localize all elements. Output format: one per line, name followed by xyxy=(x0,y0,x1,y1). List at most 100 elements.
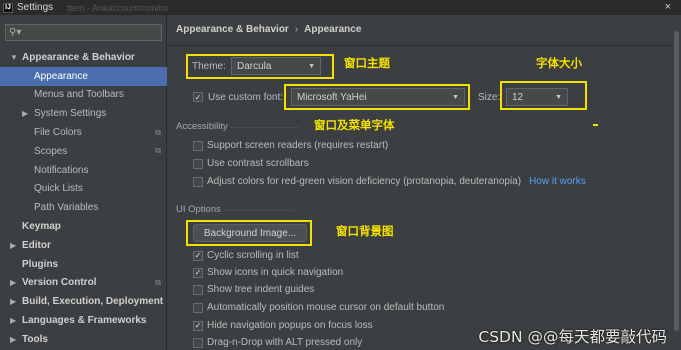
sidebar-item-quick-lists[interactable]: Quick Lists xyxy=(0,180,167,199)
option-label: Cyclic scrolling in list xyxy=(207,250,299,261)
option-label: Show tree indent guides xyxy=(207,284,315,295)
section-accessibility: Accessibility xyxy=(176,121,228,132)
section-divider xyxy=(230,127,300,128)
csdn-watermark: CSDN @@每天都要敲代码 xyxy=(478,328,667,346)
sidebar-item-scopes[interactable]: Scopes ⧉ xyxy=(0,142,167,161)
search-icon: ⚲▾ xyxy=(9,27,22,38)
project-scope-icon: ⧉ xyxy=(155,277,161,287)
option-show-icons[interactable]: ✓ Show icons in quick navigation xyxy=(193,267,343,278)
collapse-arrow-icon[interactable]: ▶ xyxy=(10,278,16,287)
option-tree-indent[interactable]: Show tree indent guides xyxy=(193,284,314,295)
option-hide-popups[interactable]: ✓ Hide navigation popups on focus loss xyxy=(193,320,373,331)
annotation-dot xyxy=(593,124,598,126)
checkbox[interactable] xyxy=(193,140,203,151)
option-mouse-cursor[interactable]: Automatically position mouse cursor on d… xyxy=(193,302,444,313)
sidebar-item-appearance[interactable]: Appearance xyxy=(0,66,167,86)
search-input[interactable] xyxy=(24,27,155,38)
sidebar-item-tools[interactable]: ▶ Tools xyxy=(0,330,167,349)
sidebar-item-build-execution-deployment[interactable]: ▶ Build, Execution, Deployment xyxy=(0,292,167,311)
how-it-works-link[interactable]: How it works xyxy=(529,176,586,187)
annotation-box-theme xyxy=(186,54,334,79)
breadcrumb-current: Appearance xyxy=(304,24,362,35)
scrollbar-thumb[interactable] xyxy=(674,31,679,331)
sidebar-item-label: Menus and Toolbars xyxy=(34,89,124,101)
sidebar-item-system-settings[interactable]: ▶ System Settings xyxy=(0,104,167,123)
sidebar-item-label: Appearance xyxy=(34,70,88,82)
option-drag-alt[interactable]: Drag-n-Drop with ALT pressed only xyxy=(193,337,362,348)
sidebar-item-appearance-behavior[interactable]: ▼ Appearance & Behavior xyxy=(0,48,167,67)
checkbox[interactable]: ✓ xyxy=(193,250,203,261)
sidebar-item-label: Notifications xyxy=(34,164,89,176)
collapse-arrow-icon[interactable]: ▶ xyxy=(10,316,16,325)
project-scope-icon: ⧉ xyxy=(155,127,161,137)
sidebar-item-label: Appearance & Behavior xyxy=(22,51,135,63)
option-screen-readers[interactable]: Support screen readers (requires restart… xyxy=(193,140,388,151)
breadcrumb: Appearance & Behavior › Appearance xyxy=(176,24,361,35)
section-ui-options: UI Options xyxy=(176,204,221,215)
option-label: Show icons in quick navigation xyxy=(207,267,344,278)
sidebar-item-file-colors[interactable]: File Colors ⧉ xyxy=(0,123,167,142)
collapse-arrow-icon[interactable]: ▶ xyxy=(10,335,16,344)
collapse-arrow-icon[interactable]: ▶ xyxy=(10,241,16,250)
sidebar-item-notifications[interactable]: Notifications xyxy=(0,161,167,180)
sidebar-item-keymap[interactable]: Keymap xyxy=(0,217,167,236)
vertical-scrollbar[interactable] xyxy=(672,16,681,350)
option-label: Hide navigation popups on focus loss xyxy=(207,320,373,331)
window-title: Settings xyxy=(17,2,54,13)
annotation-box-bg xyxy=(186,220,312,246)
annotation-font: 窗口及菜单字体 xyxy=(314,118,395,132)
option-label: Automatically position mouse cursor on d… xyxy=(207,302,445,313)
sidebar-item-editor[interactable]: ▶ Editor xyxy=(0,236,167,255)
checkbox[interactable] xyxy=(193,158,203,169)
close-icon[interactable]: × xyxy=(665,1,671,13)
size-label: Size: xyxy=(478,92,501,103)
sidebar-item-label: System Settings xyxy=(34,108,107,120)
sidebar-item-label: Quick Lists xyxy=(34,183,83,195)
settings-main-panel: Appearance & Behavior › Appearance Theme: … xyxy=(168,15,681,350)
annotation-size: 字体大小 xyxy=(536,56,582,70)
option-contrast-scrollbars[interactable]: Use contrast scrollbars xyxy=(193,158,309,169)
custom-font-label: Use custom font: xyxy=(208,92,284,103)
checkbox[interactable] xyxy=(193,337,203,348)
option-cyclic-scrolling[interactable]: ✓ Cyclic scrolling in list xyxy=(193,250,299,261)
collapse-arrow-icon[interactable]: ▶ xyxy=(22,109,28,118)
annotation-theme: 窗口主题 xyxy=(344,56,390,70)
sidebar-item-version-control[interactable]: ▶ Version Control ⧉ xyxy=(0,274,167,293)
annotation-box-size xyxy=(500,81,587,110)
option-label: Drag-n-Drop with ALT pressed only xyxy=(207,337,363,348)
sidebar-item-label: Scopes xyxy=(34,145,68,157)
checkbox[interactable] xyxy=(193,284,203,295)
settings-sidebar: ⚲▾ ▼ Appearance & Behavior Appearance Menus… xyxy=(0,15,167,350)
sidebar-item-label: Path Variables xyxy=(34,202,99,214)
custom-font-checkbox[interactable]: ✓ xyxy=(193,92,203,102)
sidebar-item-label: File Colors xyxy=(34,127,82,139)
breadcrumb-separator: › xyxy=(294,24,299,35)
sidebar-item-label: Keymap xyxy=(22,221,61,233)
sidebar-item-label: Build, Execution, Deployment xyxy=(22,296,164,308)
option-label: Support screen readers (requires restart… xyxy=(207,140,389,151)
breadcrumb-parent[interactable]: Appearance & Behavior xyxy=(176,24,289,35)
sidebar-item-plugins[interactable]: Plugins xyxy=(0,255,167,274)
checkbox[interactable]: ✓ xyxy=(193,267,203,278)
sidebar-item-path-variables[interactable]: Path Variables xyxy=(0,198,167,217)
sidebar-item-label: Version Control xyxy=(22,277,97,289)
option-label: Adjust colors for red-green vision defic… xyxy=(207,176,522,187)
sidebar-item-menus-and-toolbars[interactable]: Menus and Toolbars xyxy=(0,86,167,105)
blurred-background-text: ttem - Ankaccountmonitor xyxy=(67,2,170,13)
expand-arrow-icon[interactable]: ▼ xyxy=(10,53,18,62)
sidebar-item-label: Languages & Frameworks xyxy=(22,315,147,327)
option-color-deficiency[interactable]: Adjust colors for red-green vision defic… xyxy=(193,176,586,187)
section-divider xyxy=(224,210,294,211)
option-label: Use contrast scrollbars xyxy=(207,158,309,169)
project-scope-icon: ⧉ xyxy=(155,146,161,156)
search-box[interactable]: ⚲▾ xyxy=(5,24,162,41)
sidebar-item-languages-frameworks[interactable]: ▶ Languages & Frameworks xyxy=(0,311,167,330)
checkbox[interactable] xyxy=(193,176,203,187)
checkbox[interactable] xyxy=(193,302,203,313)
checkbox[interactable]: ✓ xyxy=(193,320,203,331)
settings-tree: ▼ Appearance & Behavior Appearance Menus an… xyxy=(0,48,167,349)
annotation-bg: 窗口背景图 xyxy=(336,224,394,238)
sidebar-item-label: Plugins xyxy=(22,258,59,270)
collapse-arrow-icon[interactable]: ▶ xyxy=(10,297,16,306)
header-divider xyxy=(168,45,681,46)
